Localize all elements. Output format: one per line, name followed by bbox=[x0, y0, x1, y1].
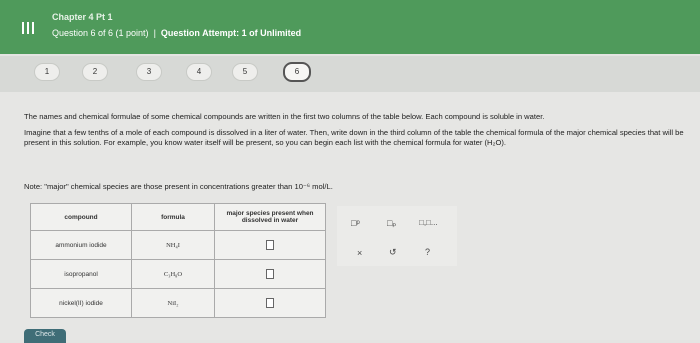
question-button-2[interactable]: 2 bbox=[82, 63, 108, 81]
table-row: nickel(II) iodide NiI₂ bbox=[30, 288, 326, 318]
compound-name: isopropanol bbox=[30, 259, 132, 289]
question-button-4[interactable]: 4 bbox=[186, 63, 212, 81]
compound-formula: NH₄I bbox=[131, 230, 215, 260]
column-major-species: major species present when dissolved in … bbox=[214, 203, 326, 231]
compound-formula: C₃H₈O bbox=[131, 259, 215, 289]
answer-cell[interactable] bbox=[214, 288, 326, 318]
compound-name: nickel(II) iodide bbox=[30, 288, 132, 318]
chapter-title: Chapter 4 Pt 1 bbox=[52, 12, 113, 22]
column-compound: compound bbox=[30, 203, 132, 231]
answer-input[interactable] bbox=[266, 269, 274, 279]
column-formula: formula bbox=[131, 203, 215, 231]
table-row: ammonium iodide NH₄I bbox=[30, 230, 326, 260]
undo-button[interactable]: ↺ bbox=[389, 247, 397, 258]
instructions: The names and chemical formulae of some … bbox=[24, 112, 694, 154]
note-text: Note: "major" chemical species are those… bbox=[24, 182, 333, 191]
clear-button[interactable]: × bbox=[357, 248, 362, 258]
answer-input[interactable] bbox=[266, 298, 274, 308]
superscript-button[interactable]: □ᵖ bbox=[351, 218, 360, 228]
table-header-row: compound formula major species present w… bbox=[30, 203, 326, 231]
question-button-5[interactable]: 5 bbox=[232, 63, 258, 81]
subscript-button[interactable]: □ₚ bbox=[387, 218, 396, 229]
table-row: isopropanol C₃H₈O bbox=[30, 259, 326, 289]
header-bar: Chapter 4 Pt 1 Question 6 of 6 (1 point)… bbox=[0, 0, 700, 54]
answer-input[interactable] bbox=[266, 240, 274, 250]
attempt-info: Question Attempt: 1 of Unlimited bbox=[160, 28, 302, 38]
question-button-3[interactable]: 3 bbox=[136, 63, 162, 81]
menu-icon[interactable] bbox=[22, 22, 36, 34]
compound-name: ammonium iodide bbox=[30, 230, 132, 260]
question-status: Question 6 of 6 (1 point) | Question Attem… bbox=[52, 28, 302, 38]
help-button[interactable]: ? bbox=[425, 247, 430, 257]
compound-table: compound formula major species present w… bbox=[30, 203, 326, 318]
intro-paragraph-1: The names and chemical formulae of some … bbox=[24, 112, 545, 121]
question-info: Question 6 of 6 (1 point) bbox=[52, 28, 149, 38]
sequence-button[interactable]: □,□... bbox=[419, 218, 438, 227]
question-button-1[interactable]: 1 bbox=[34, 63, 60, 81]
check-button[interactable]: Check bbox=[24, 329, 66, 343]
question-button-6[interactable]: 6 bbox=[283, 62, 311, 82]
formula-toolbox: □ᵖ □ₚ □,□... × ↺ ? bbox=[337, 206, 457, 266]
intro-paragraph-2: Imagine that a few tenths of a mole of e… bbox=[24, 128, 684, 147]
answer-cell[interactable] bbox=[214, 230, 326, 260]
compound-formula: NiI₂ bbox=[131, 288, 215, 318]
answer-cell[interactable] bbox=[214, 259, 326, 289]
